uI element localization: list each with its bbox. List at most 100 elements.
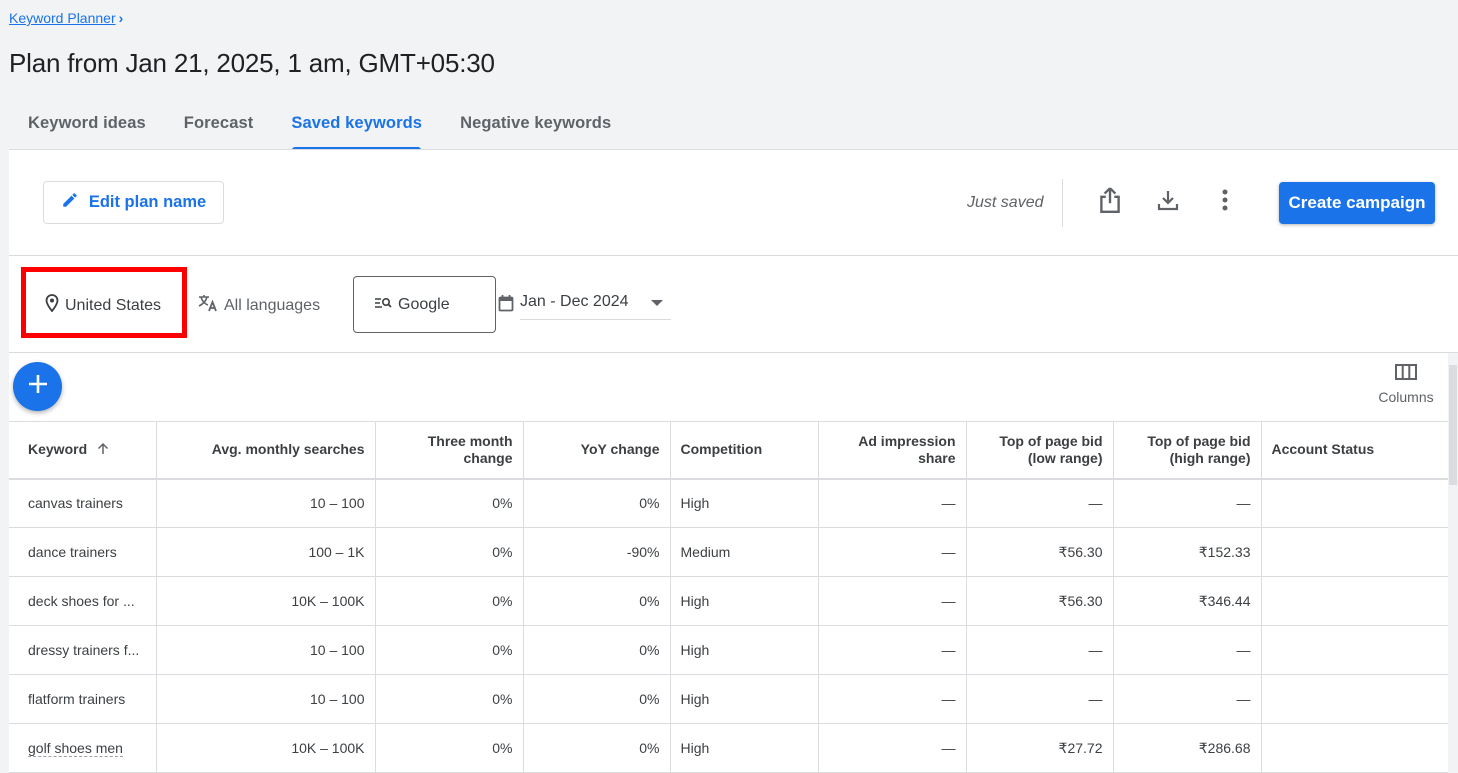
scrollbar-thumb[interactable] [1449, 365, 1457, 485]
pencil-icon [61, 191, 79, 214]
cell-keyword: canvas trainers [9, 479, 156, 528]
cell-keyword: dressy trainers f... [9, 626, 156, 675]
column-header-label: (high range) [1170, 450, 1251, 466]
language-filter[interactable]: All languages [198, 294, 320, 317]
cell-yoy: 0% [523, 626, 670, 675]
column-header-avg-monthly-searches[interactable]: Avg. monthly searches [156, 422, 375, 479]
translate-icon [198, 294, 218, 317]
edit-plan-name-button[interactable]: Edit plan name [43, 181, 224, 224]
add-keywords-button[interactable] [13, 362, 62, 411]
keywords-table: Keyword Avg. monthly searches Three mont… [9, 421, 1448, 773]
cell-competition: Medium [670, 528, 818, 577]
column-header-yoy-change[interactable]: YoY change [523, 422, 670, 479]
more-options-button[interactable] [1209, 186, 1241, 218]
table-row[interactable]: deck shoes for ... 10K – 100K 0% 0% High… [9, 577, 1448, 626]
cell-yoy: 0% [523, 675, 670, 724]
save-status: Just saved [967, 194, 1043, 212]
network-filter[interactable]: Google [353, 276, 496, 333]
cell-ad-impression: — [818, 528, 966, 577]
table-header-row: Keyword Avg. monthly searches Three mont… [9, 422, 1448, 479]
cell-avg-searches: 10 – 100 [156, 675, 375, 724]
column-header-bid-low[interactable]: Top of page bid(low range) [966, 422, 1113, 479]
table-row[interactable]: canvas trainers 10 – 100 0% 0% High — — … [9, 479, 1448, 528]
cell-bid-low: ₹56.30 [966, 577, 1113, 626]
cell-status [1261, 528, 1448, 577]
cell-avg-searches: 10 – 100 [156, 479, 375, 528]
cell-competition: High [670, 479, 818, 528]
cell-three-month: 0% [375, 626, 523, 675]
cell-competition: High [670, 626, 818, 675]
table-row[interactable]: dance trainers 100 – 1K 0% -90% Medium —… [9, 528, 1448, 577]
column-header-label: change [463, 450, 512, 466]
cell-competition: High [670, 724, 818, 773]
cell-avg-searches: 10K – 100K [156, 577, 375, 626]
column-header-label: Keyword [28, 441, 87, 457]
cell-status [1261, 577, 1448, 626]
cell-bid-high: — [1113, 626, 1261, 675]
tab-saved-keywords[interactable]: Saved keywords [272, 96, 441, 150]
column-header-label: (low range) [1028, 450, 1103, 466]
keyword-link[interactable]: golf shoes men [28, 740, 123, 757]
cell-ad-impression: — [818, 675, 966, 724]
cell-bid-high: ₹346.44 [1113, 577, 1261, 626]
create-campaign-button[interactable]: Create campaign [1279, 182, 1435, 224]
cell-bid-low: — [966, 626, 1113, 675]
cell-bid-low: — [966, 675, 1113, 724]
column-header-label: Top of page bid [999, 433, 1102, 449]
search-network-icon [374, 295, 392, 314]
cell-bid-high: ₹286.68 [1113, 724, 1261, 773]
date-range-label: Jan - Dec 2024 [520, 293, 629, 311]
columns-label: Columns [1378, 389, 1433, 405]
chevron-right-icon: › [119, 10, 124, 26]
breadcrumb-keyword-planner-link[interactable]: Keyword Planner [9, 10, 116, 26]
column-header-ad-impression-share[interactable]: Ad impressionshare [818, 422, 966, 479]
network-label: Google [398, 296, 450, 314]
vertical-scrollbar[interactable] [1448, 353, 1458, 772]
cell-keyword: deck shoes for ... [9, 577, 156, 626]
cell-keyword: golf shoes men [9, 724, 156, 773]
column-header-bid-high[interactable]: Top of page bid(high range) [1113, 422, 1261, 479]
cell-keyword: flatform trainers [9, 675, 156, 724]
columns-button[interactable]: Columns [1371, 364, 1441, 405]
column-header-label: Account Status [1272, 441, 1375, 457]
filter-bar: United States All languages Google Jan -… [9, 256, 1458, 353]
column-header-account-status[interactable]: Account Status [1261, 422, 1448, 479]
download-button[interactable] [1152, 186, 1184, 218]
dropdown-arrow-icon [651, 300, 663, 306]
cell-bid-low: ₹56.30 [966, 528, 1113, 577]
tab-keyword-ideas[interactable]: Keyword ideas [9, 96, 165, 150]
cell-status [1261, 724, 1448, 773]
cell-three-month: 0% [375, 577, 523, 626]
date-range-dropdown[interactable]: Jan - Dec 2024 [520, 284, 671, 320]
column-header-three-month-change[interactable]: Three monthchange [375, 422, 523, 479]
share-button[interactable] [1094, 186, 1126, 218]
column-header-label: Ad impression [858, 433, 955, 449]
cell-ad-impression: — [818, 626, 966, 675]
plus-icon [27, 373, 49, 400]
cell-three-month: 0% [375, 479, 523, 528]
cell-bid-high: ₹152.33 [1113, 528, 1261, 577]
table-row[interactable]: golf shoes men 10K – 100K 0% 0% High — ₹… [9, 724, 1448, 773]
column-header-keyword[interactable]: Keyword [9, 422, 156, 479]
cell-ad-impression: — [818, 577, 966, 626]
cell-bid-low: ₹27.72 [966, 724, 1113, 773]
tab-forecast[interactable]: Forecast [165, 96, 273, 150]
column-header-label: Top of page bid [1147, 433, 1250, 449]
cell-three-month: 0% [375, 675, 523, 724]
language-label: All languages [224, 297, 320, 315]
plan-toolbar: Edit plan name Just saved Create campaig… [9, 150, 1458, 256]
share-icon [1097, 186, 1123, 219]
columns-icon [1395, 364, 1417, 383]
calendar-icon [498, 294, 514, 312]
table-row[interactable]: flatform trainers 10 – 100 0% 0% High — … [9, 675, 1448, 724]
location-label: United States [65, 297, 161, 315]
sort-ascending-icon [97, 442, 109, 459]
location-filter[interactable]: United States [45, 294, 161, 317]
column-header-label: YoY change [581, 441, 660, 457]
cell-avg-searches: 10 – 100 [156, 626, 375, 675]
tab-negative-keywords[interactable]: Negative keywords [441, 96, 630, 150]
toolbar-divider [1062, 179, 1063, 227]
table-row[interactable]: dressy trainers f... 10 – 100 0% 0% High… [9, 626, 1448, 675]
cell-yoy: -90% [523, 528, 670, 577]
column-header-competition[interactable]: Competition [670, 422, 818, 479]
